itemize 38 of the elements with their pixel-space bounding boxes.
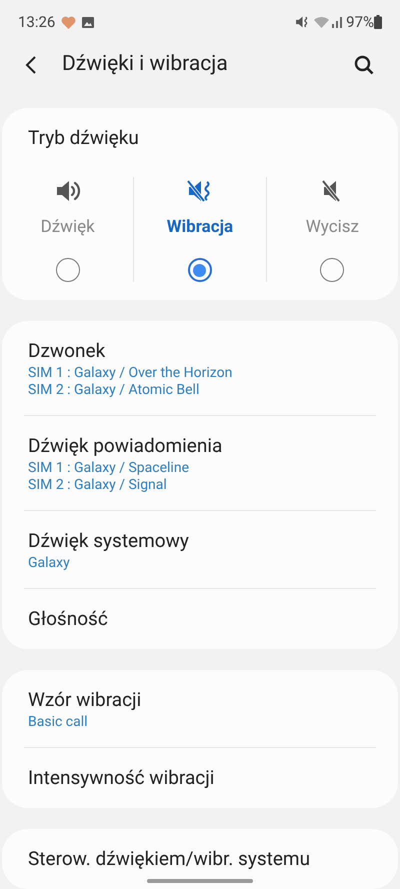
back-icon — [24, 55, 38, 75]
battery-percent: 97% — [346, 12, 374, 33]
image-icon — [82, 16, 94, 28]
search-button[interactable] — [352, 53, 376, 77]
settings-item[interactable]: Wzór wibracji Basic call — [24, 670, 376, 747]
item-title: Głośność — [28, 606, 109, 632]
sound-mode-option[interactable]: Wibracja — [133, 176, 266, 282]
radio-button[interactable] — [188, 258, 212, 282]
item-subtitle: Galaxy — [28, 555, 71, 572]
search-icon — [354, 55, 374, 75]
item-title: Dzwonek — [28, 338, 106, 364]
heart-icon — [61, 16, 76, 28]
settings-item[interactable]: Dźwięk systemowy Galaxy — [24, 510, 376, 588]
settings-item[interactable]: Sterow. dźwiękiem/wibr. systemu — [24, 829, 376, 889]
radio-button[interactable] — [320, 258, 344, 282]
vibrate-status-icon — [295, 16, 310, 28]
card-title: Tryb dźwięku — [27, 125, 140, 151]
signal-icon — [332, 16, 342, 28]
item-subtitle: SIM 1 : Galaxy / Over the Horizon — [28, 365, 234, 382]
speaker-icon — [54, 180, 81, 202]
item-subtitle: Basic call — [28, 714, 89, 731]
status-time: 13:26 — [18, 12, 56, 33]
radio-button[interactable] — [56, 258, 80, 282]
page-title: Dźwięki i wibracja — [62, 51, 228, 78]
item-title: Intensywność wibracji — [28, 765, 216, 791]
settings-item[interactable]: Głośność — [24, 588, 376, 649]
settings-item[interactable]: Intensywność wibracji — [24, 747, 376, 808]
item-subtitle: SIM 1 : Galaxy / Spaceline — [28, 460, 190, 477]
settings-item[interactable]: Dźwięk powiadomienia SIM 1 : Galaxy / Spaceline SIM 2 : Galaxy / Signal — [24, 415, 376, 510]
settings-item[interactable]: Dzwonek SIM 1 : Galaxy / Over the Horizon SIM 2 : Galaxy / Atomic Bell — [24, 321, 376, 415]
battery-icon — [374, 15, 382, 29]
item-title: Dźwięk powiadomienia — [28, 433, 224, 459]
item-title: Dźwięk systemowy — [28, 528, 190, 554]
item-title: Sterow. dźwiękiem/wibr. systemu — [28, 846, 312, 872]
item-subtitle: SIM 2 : Galaxy / Signal — [28, 477, 168, 494]
item-title: Wzór wibracji — [28, 687, 142, 713]
item-subtitle: SIM 2 : Galaxy / Atomic Bell — [28, 382, 200, 399]
wifi-icon — [314, 16, 330, 28]
